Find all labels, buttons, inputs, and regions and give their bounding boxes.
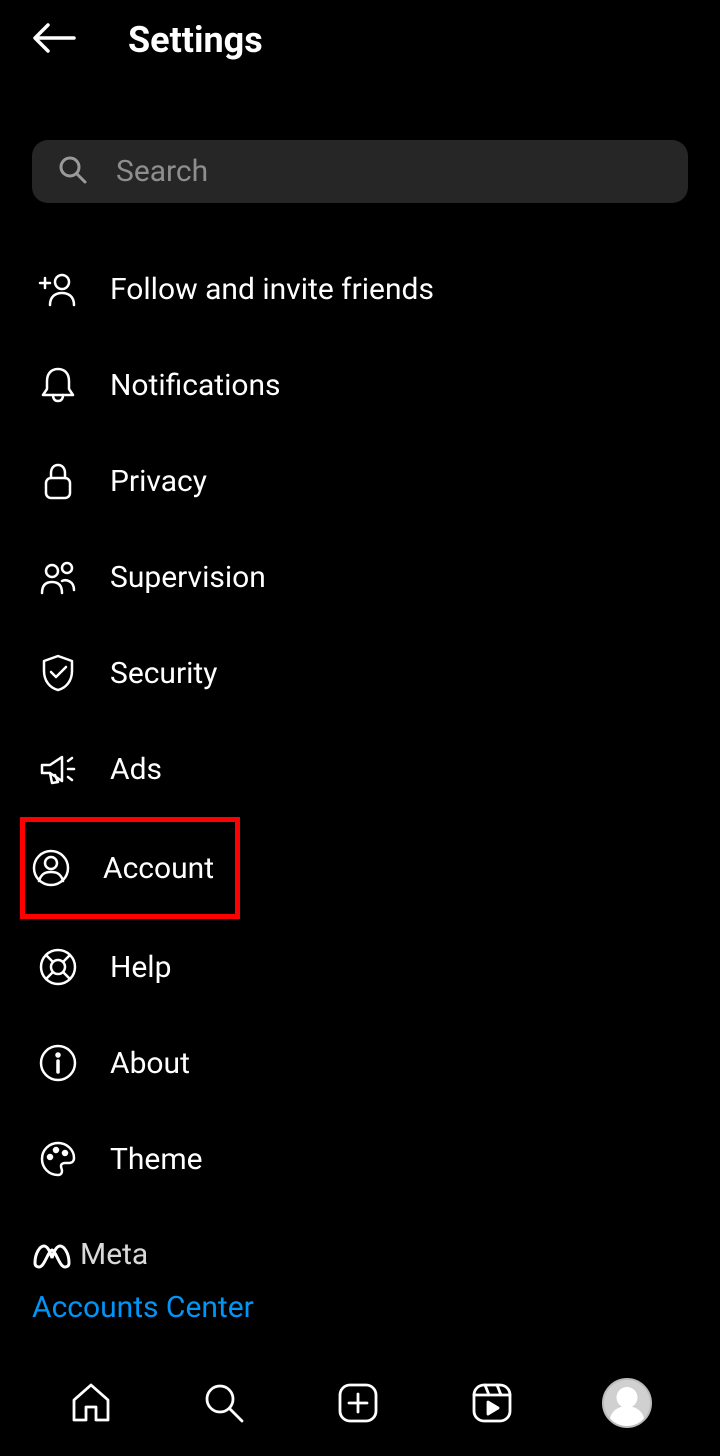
lock-icon [36, 459, 80, 503]
info-icon [36, 1041, 80, 1085]
menu-label: Follow and invite friends [110, 272, 434, 307]
people-icon [36, 555, 80, 599]
menu-item-supervision[interactable]: Supervision [32, 529, 688, 625]
menu-item-notifications[interactable]: Notifications [32, 337, 688, 433]
menu-label: Account [103, 851, 214, 886]
menu-label: Help [110, 950, 171, 985]
menu-item-ads[interactable]: Ads [32, 721, 688, 817]
menu-label: Supervision [110, 560, 266, 595]
menu-label: Privacy [110, 464, 207, 499]
search-icon [201, 1380, 247, 1426]
accounts-center-link[interactable]: Accounts Center [32, 1290, 688, 1325]
search-container [32, 140, 688, 203]
home-icon [68, 1380, 114, 1426]
menu-item-account[interactable]: Account [20, 817, 240, 919]
menu-label: Theme [110, 1142, 203, 1177]
arrow-left-icon [30, 18, 78, 58]
bottom-nav [0, 1356, 720, 1456]
account-icon [29, 846, 73, 890]
menu-item-privacy[interactable]: Privacy [32, 433, 688, 529]
bell-icon [36, 363, 80, 407]
header: Settings [0, 0, 720, 80]
search-box[interactable] [32, 140, 688, 203]
nav-home[interactable] [68, 1380, 114, 1426]
nav-create[interactable] [335, 1380, 381, 1426]
meta-brand-text: Meta [80, 1237, 148, 1272]
menu-item-about[interactable]: About [32, 1015, 688, 1111]
palette-icon [36, 1137, 80, 1181]
nav-reels[interactable] [469, 1380, 515, 1426]
menu-label: Notifications [110, 368, 281, 403]
lifebuoy-icon [36, 945, 80, 989]
menu-label: Ads [110, 752, 162, 787]
back-button[interactable] [30, 18, 78, 62]
menu-label: About [110, 1046, 190, 1081]
settings-menu: Follow and invite friends Notifications … [0, 241, 720, 1207]
nav-profile[interactable] [602, 1378, 652, 1428]
person-add-icon [36, 267, 80, 311]
reels-icon [469, 1380, 515, 1426]
meta-icon [32, 1241, 72, 1269]
page-title: Settings [128, 19, 263, 61]
search-input[interactable] [116, 154, 662, 189]
megaphone-icon [36, 747, 80, 791]
menu-item-theme[interactable]: Theme [32, 1111, 688, 1207]
meta-section: Meta Accounts Center [0, 1207, 720, 1325]
meta-brand: Meta [32, 1237, 688, 1272]
avatar-icon [602, 1378, 652, 1428]
plus-square-icon [335, 1380, 381, 1426]
shield-icon [36, 651, 80, 695]
search-icon [58, 155, 88, 189]
menu-item-follow-invite[interactable]: Follow and invite friends [32, 241, 688, 337]
menu-label: Security [110, 656, 217, 691]
nav-search[interactable] [201, 1380, 247, 1426]
menu-item-security[interactable]: Security [32, 625, 688, 721]
menu-item-help[interactable]: Help [32, 919, 688, 1015]
